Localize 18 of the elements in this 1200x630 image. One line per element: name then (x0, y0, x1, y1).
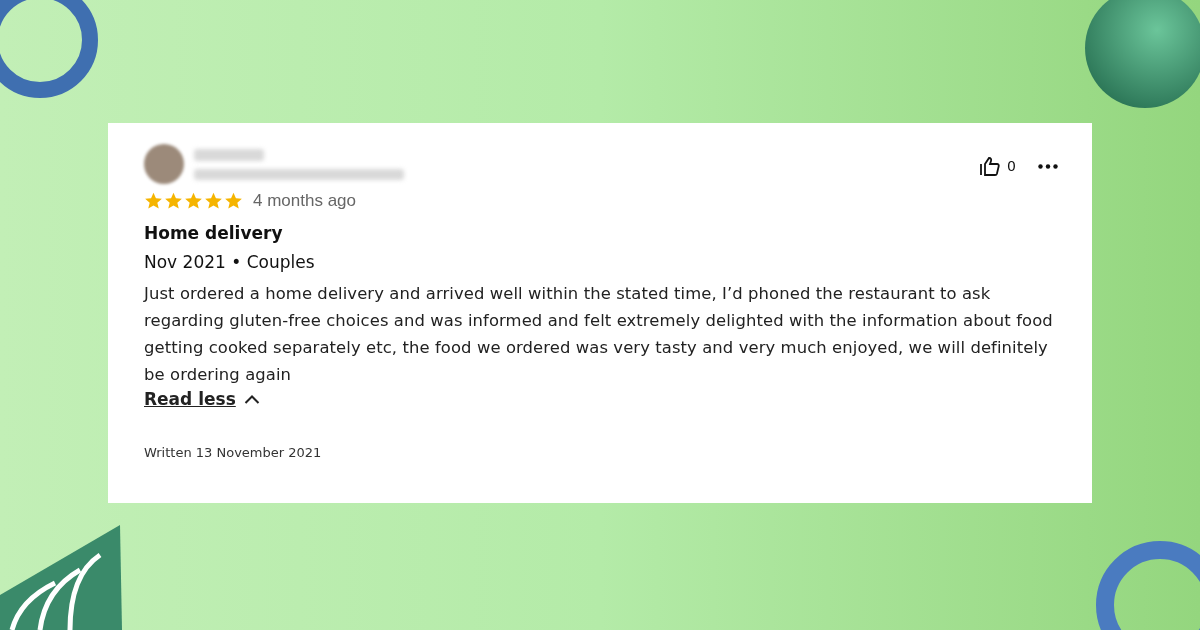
star-icon (224, 192, 243, 210)
star-icon (144, 192, 163, 210)
star-icon (184, 192, 203, 210)
review-title: Home delivery (144, 223, 284, 243)
review-age: 4 months ago (253, 191, 356, 211)
thumbs-up-icon (979, 156, 1002, 176)
written-date: Written 13 November 2021 (144, 445, 323, 460)
star-icon (204, 192, 223, 210)
more-dots-icon (1038, 163, 1058, 169)
more-options-button[interactable] (1038, 163, 1058, 169)
star-icon (164, 192, 183, 210)
visit-info: Nov 2021 • Couples (144, 252, 316, 272)
avatar (144, 144, 184, 184)
review-text: Just ordered a home delivery and arrived well within the stated time, I’d phoned the restaurant to ask regarding gluten-free choices and was informed and felt extremely delighted with the information about food getting cooked separately etc, the food we ordered was very tasty and very much enjoyed, we will definitely be ordering again (144, 283, 1054, 386)
blurred-name (194, 148, 264, 161)
read-less-link[interactable]: Read less (144, 389, 260, 409)
chevron-up-icon (243, 394, 260, 404)
helpful-vote-button[interactable]: 0 (979, 156, 1016, 176)
